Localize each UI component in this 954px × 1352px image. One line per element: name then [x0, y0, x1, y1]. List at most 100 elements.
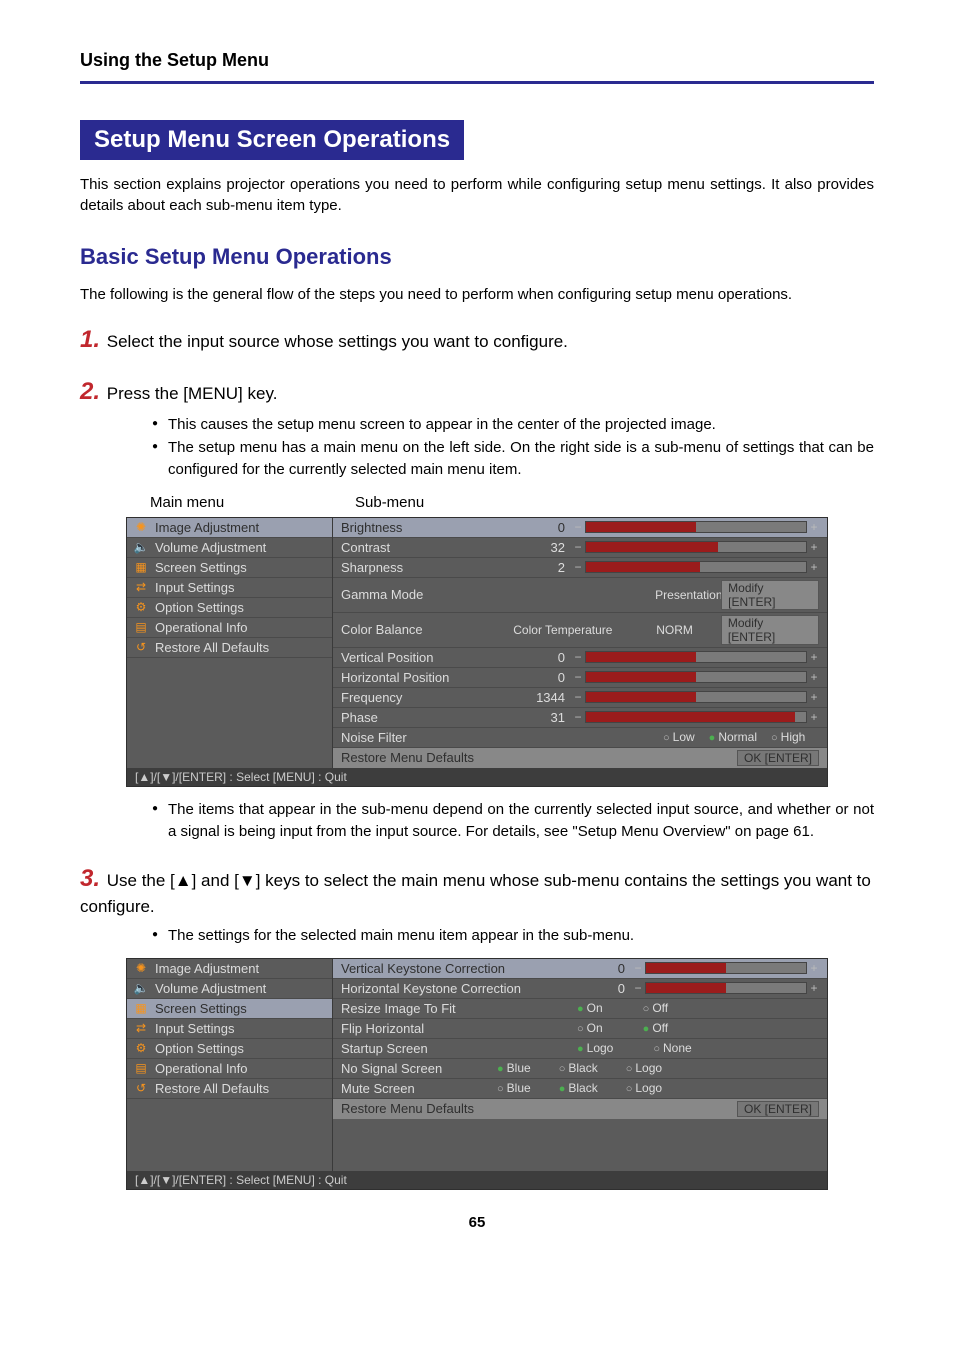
sub-menu-row[interactable]: Gamma ModePresentationModify [ENTER]	[333, 578, 827, 613]
radio-icon	[663, 730, 670, 744]
restore-menu-defaults-row[interactable]: Restore Menu Defaults OK [ENTER]	[333, 748, 827, 768]
restore-menu-defaults-row[interactable]: Restore Menu DefaultsOK [ENTER]	[333, 1099, 827, 1119]
sub-menu-value: 0	[517, 670, 567, 685]
sub-menu-row[interactable]: Vertical Position0−+	[333, 648, 827, 668]
main-menu-item[interactable]: ▦Screen Settings	[127, 999, 332, 1019]
main-menu-item[interactable]: ▦Screen Settings	[127, 558, 332, 578]
setup-menu-screenshot-2: ✺Image Adjustment🔈Volume Adjustment▦Scre…	[126, 958, 828, 1190]
sub-menu-name: Frequency	[341, 690, 511, 705]
sub-menu-name: Startup Screen	[341, 1041, 571, 1056]
sub-menu-row[interactable]: Frequency 1344 −+	[333, 688, 827, 708]
step-3-num: 3.	[80, 865, 100, 892]
slider[interactable]: −+	[573, 690, 819, 704]
sub-menu-name: Phase	[341, 710, 511, 725]
main-menu-item[interactable]: 🔈Volume Adjustment	[127, 538, 332, 558]
slider[interactable]: −+	[573, 650, 819, 664]
plus-icon: +	[809, 981, 819, 995]
slider[interactable]: −+	[573, 670, 819, 684]
main-menu-item-label: Option Settings	[155, 600, 244, 615]
sub-menu-row[interactable]: Resize Image To FitOnOff	[333, 999, 827, 1019]
main-menu-item[interactable]: ↺Restore All Defaults	[127, 638, 332, 658]
menu-icon: 🔈	[133, 981, 149, 995]
ok-enter-button[interactable]: OK [ENTER]	[737, 1101, 819, 1117]
ok-enter-button[interactable]: OK [ENTER]	[737, 750, 819, 766]
sub-menu-row[interactable]: Mute ScreenBlueBlackLogo	[333, 1079, 827, 1099]
radio-icon	[626, 1061, 633, 1075]
option[interactable]: Logo	[577, 1041, 613, 1055]
sub-menu-row[interactable]: Color BalanceColor TemperatureNORMModify…	[333, 613, 827, 648]
modify-button[interactable]: Modify [ENTER]	[721, 615, 819, 645]
option[interactable]: Logo	[626, 1081, 662, 1095]
plus-icon: +	[809, 560, 819, 574]
menu-icon: ⚙	[133, 600, 149, 614]
minus-icon: −	[573, 710, 583, 724]
sub-menu-row[interactable]: Noise Filter Low Normal High	[333, 728, 827, 748]
main-menu-item[interactable]: ⚙Option Settings	[127, 1039, 332, 1059]
option[interactable]: Low	[663, 730, 695, 744]
step-2-bullet-1: This causes the setup menu screen to app…	[152, 414, 874, 437]
minus-icon: −	[573, 650, 583, 664]
slider[interactable]: −+	[633, 981, 819, 995]
radio-icon	[559, 1061, 566, 1075]
slider[interactable]: −+	[573, 710, 819, 724]
sub-menu-name: Brightness	[341, 520, 511, 535]
sub-menu-row[interactable]: Vertical Keystone Correction0−+	[333, 959, 827, 979]
main-menu-item[interactable]: ⚙ Option Settings	[127, 598, 332, 618]
main-menu-item[interactable]: ⇄Input Settings	[127, 578, 332, 598]
menu-labels: Main menu Sub-menu	[150, 494, 874, 511]
option[interactable]: Black	[559, 1061, 598, 1075]
sub-menu-row[interactable]: Startup Screen Logo None	[333, 1039, 827, 1059]
sub-menu-row[interactable]: Sharpness2−+	[333, 558, 827, 578]
sub-menu-row[interactable]: Horizontal Position0−+	[333, 668, 827, 688]
option[interactable]: None	[653, 1041, 691, 1055]
step-2-num: 2.	[80, 378, 100, 405]
main-menu-item-label: Operational Info	[155, 620, 248, 635]
main-menu-item[interactable]: ✺Image Adjustment	[127, 518, 332, 538]
option[interactable]: On	[577, 1001, 603, 1015]
sub-menu-row[interactable]: Brightness0−+	[333, 518, 827, 538]
option[interactable]: Blue	[497, 1081, 531, 1095]
plus-icon: +	[809, 650, 819, 664]
step-3-text: Use the [▲] and [▼] keys to select the m…	[80, 871, 871, 917]
main-menu-item[interactable]: ▤Operational Info	[127, 618, 332, 638]
main-menu-item[interactable]: ▤Operational Info	[127, 1059, 332, 1079]
sub-menu-row[interactable]: Phase31−+	[333, 708, 827, 728]
radio-icon	[626, 1081, 633, 1095]
modify-button[interactable]: Modify [ENTER]	[721, 580, 819, 610]
plus-icon: +	[809, 670, 819, 684]
option[interactable]: Normal	[709, 730, 757, 744]
option[interactable]: Logo	[626, 1061, 662, 1075]
sub-menu-row[interactable]: Horizontal Keystone Correction0−+	[333, 979, 827, 999]
main-menu-item-label: Volume Adjustment	[155, 540, 266, 555]
radio-icon	[643, 1021, 650, 1035]
slider[interactable]: −+	[573, 520, 819, 534]
restore-label: Restore Menu Defaults	[341, 750, 474, 766]
step-2-bullets: This causes the setup menu screen to app…	[112, 414, 874, 482]
option[interactable]: Off	[643, 1021, 668, 1035]
option[interactable]: Black	[559, 1081, 598, 1095]
radio-icon	[497, 1061, 504, 1075]
main-menu-item[interactable]: ✺Image Adjustment	[127, 959, 332, 979]
step-3-bullets: The settings for the selected main menu …	[112, 925, 874, 948]
sub-menu-name: Noise Filter	[341, 730, 511, 745]
menu-icon: ⚙	[133, 1041, 149, 1055]
sub-menu-value: 1344	[517, 690, 567, 705]
after-shot1-bullets: The items that appear in the sub-menu de…	[112, 799, 874, 844]
slider[interactable]: −+	[633, 961, 819, 975]
main-menu-item[interactable]: ⇄Input Settings	[127, 1019, 332, 1039]
option[interactable]: On	[577, 1021, 603, 1035]
sub-menu-row[interactable]: No Signal ScreenBlueBlackLogo	[333, 1059, 827, 1079]
option[interactable]: Blue	[497, 1061, 531, 1075]
radio-icon	[577, 1001, 584, 1015]
sub-menu-row[interactable]: Contrast32−+	[333, 538, 827, 558]
slider[interactable]: −+	[573, 540, 819, 554]
main-menu-item[interactable]: ↺Restore All Defaults	[127, 1079, 332, 1099]
sub-menu-column: Vertical Keystone Correction0−+Horizonta…	[333, 959, 827, 1171]
option-group: On Off	[577, 1001, 819, 1015]
main-menu-item[interactable]: 🔈Volume Adjustment	[127, 979, 332, 999]
option[interactable]: High	[771, 730, 805, 744]
intro-text: This section explains projector operatio…	[80, 174, 874, 216]
sub-menu-row[interactable]: Flip HorizontalOnOff	[333, 1019, 827, 1039]
slider[interactable]: −+	[573, 560, 819, 574]
option[interactable]: Off	[643, 1001, 668, 1015]
